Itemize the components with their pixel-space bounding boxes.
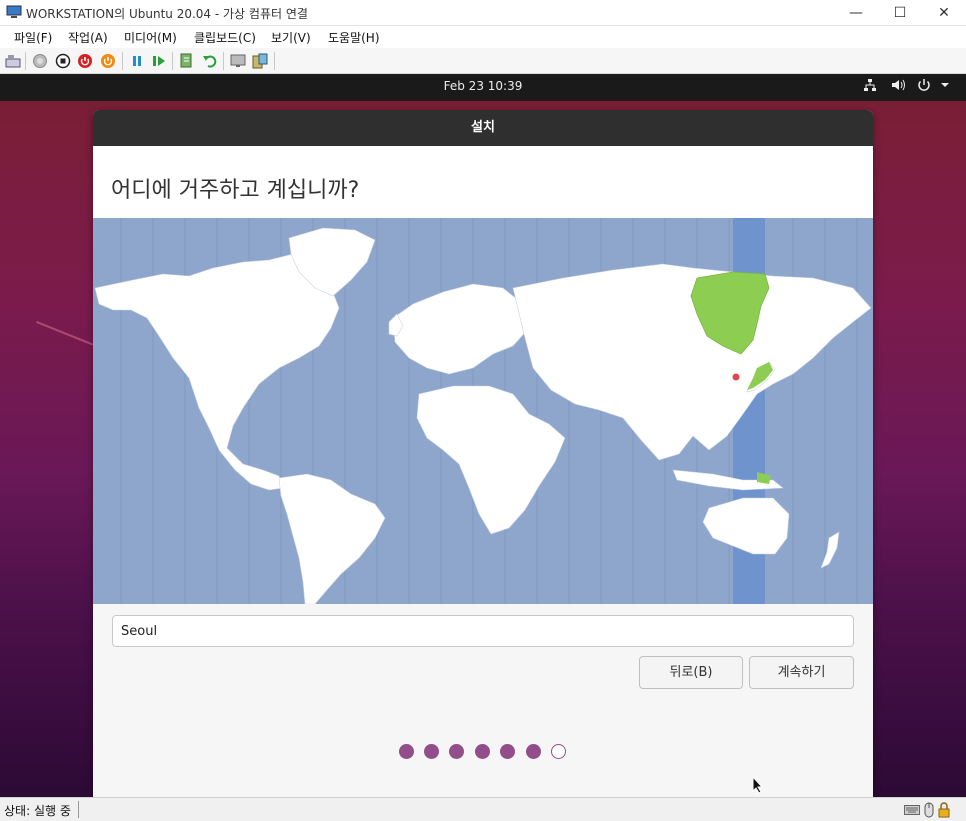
checkpoint-icon[interactable] xyxy=(179,53,195,69)
menu-file[interactable]: 파일(F) xyxy=(14,29,52,46)
start-icon[interactable] xyxy=(32,53,48,69)
back-button[interactable]: 뒤로(B) xyxy=(639,656,743,689)
ctrl-alt-del-icon[interactable] xyxy=(5,53,21,69)
new-zealand xyxy=(820,531,840,569)
status-bar: 상태: 실행 중 xyxy=(0,797,966,821)
share-icon[interactable] xyxy=(252,53,268,69)
minimize-button[interactable]: — xyxy=(834,0,878,26)
mouse-cursor-icon xyxy=(752,776,764,794)
shutdown-icon[interactable] xyxy=(77,53,93,69)
menu-clipboard[interactable]: 클립보드(C) xyxy=(194,29,256,46)
menu-help[interactable]: 도움말(H) xyxy=(328,29,380,46)
progress-dot xyxy=(449,744,464,759)
close-button[interactable]: ✕ xyxy=(922,0,966,26)
toolbar xyxy=(0,48,966,74)
resume-icon[interactable] xyxy=(151,53,167,69)
progress-dot-current xyxy=(551,744,566,759)
installer-dialog: 설치 어디에 거주하고 계십니까? Seoul 뒤로(B) 계속하기 xyxy=(93,110,873,797)
pause-icon[interactable] xyxy=(129,53,145,69)
keyboard-icon xyxy=(904,805,920,815)
vm-screen[interactable]: Feb 23 10:39 설치 어디에 거주하고 계십니까? Seoul 뒤로(… xyxy=(0,74,966,797)
menu-view[interactable]: 보기(V) xyxy=(271,29,311,46)
window-titlebar: WORKSTATION의 Ubuntu 20.04 - 가상 컴퓨터 연결 — … xyxy=(0,0,966,26)
gnome-top-bar: Feb 23 10:39 xyxy=(0,74,966,101)
menu-bar: 파일(F) 작업(A) 미디어(M) 클립보드(C) 보기(V) 도움말(H) xyxy=(0,26,966,48)
australia xyxy=(702,497,790,555)
revert-icon[interactable] xyxy=(202,53,218,69)
menu-action[interactable]: 작업(A) xyxy=(68,29,108,46)
progress-indicator xyxy=(399,744,569,760)
power-icon[interactable] xyxy=(917,78,931,96)
africa xyxy=(416,385,566,535)
timezone-map[interactable] xyxy=(93,218,873,604)
network-icon[interactable] xyxy=(863,78,877,96)
vm-status: 상태: 실행 중 xyxy=(4,804,71,818)
location-pin-icon xyxy=(731,372,741,382)
clock[interactable]: Feb 23 10:39 xyxy=(0,79,966,93)
progress-dot xyxy=(526,744,541,759)
timezone-input[interactable] xyxy=(112,615,854,647)
window-title: WORKSTATION의 Ubuntu 20.04 - 가상 컴퓨터 연결 xyxy=(26,7,308,21)
progress-dot xyxy=(424,744,439,759)
page-heading: 어디에 거주하고 계십니까? xyxy=(111,178,360,203)
turn-off-icon[interactable] xyxy=(55,53,71,69)
south-america xyxy=(278,473,386,604)
menu-media[interactable]: 미디어(M) xyxy=(124,29,177,46)
save-icon[interactable] xyxy=(100,53,116,69)
europe xyxy=(392,283,530,375)
lock-icon xyxy=(938,802,950,818)
enhanced-session-icon[interactable] xyxy=(230,53,246,69)
progress-dot xyxy=(399,744,414,759)
mouse-icon xyxy=(924,802,934,818)
dropdown-arrow-icon[interactable] xyxy=(940,78,950,96)
maximize-button[interactable]: ☐ xyxy=(878,0,922,26)
progress-dot xyxy=(500,744,515,759)
dialog-title: 설치 xyxy=(93,110,873,146)
progress-dot xyxy=(475,744,490,759)
volume-icon[interactable] xyxy=(891,78,906,96)
continue-button[interactable]: 계속하기 xyxy=(749,656,854,689)
vm-connection-icon xyxy=(6,5,22,18)
